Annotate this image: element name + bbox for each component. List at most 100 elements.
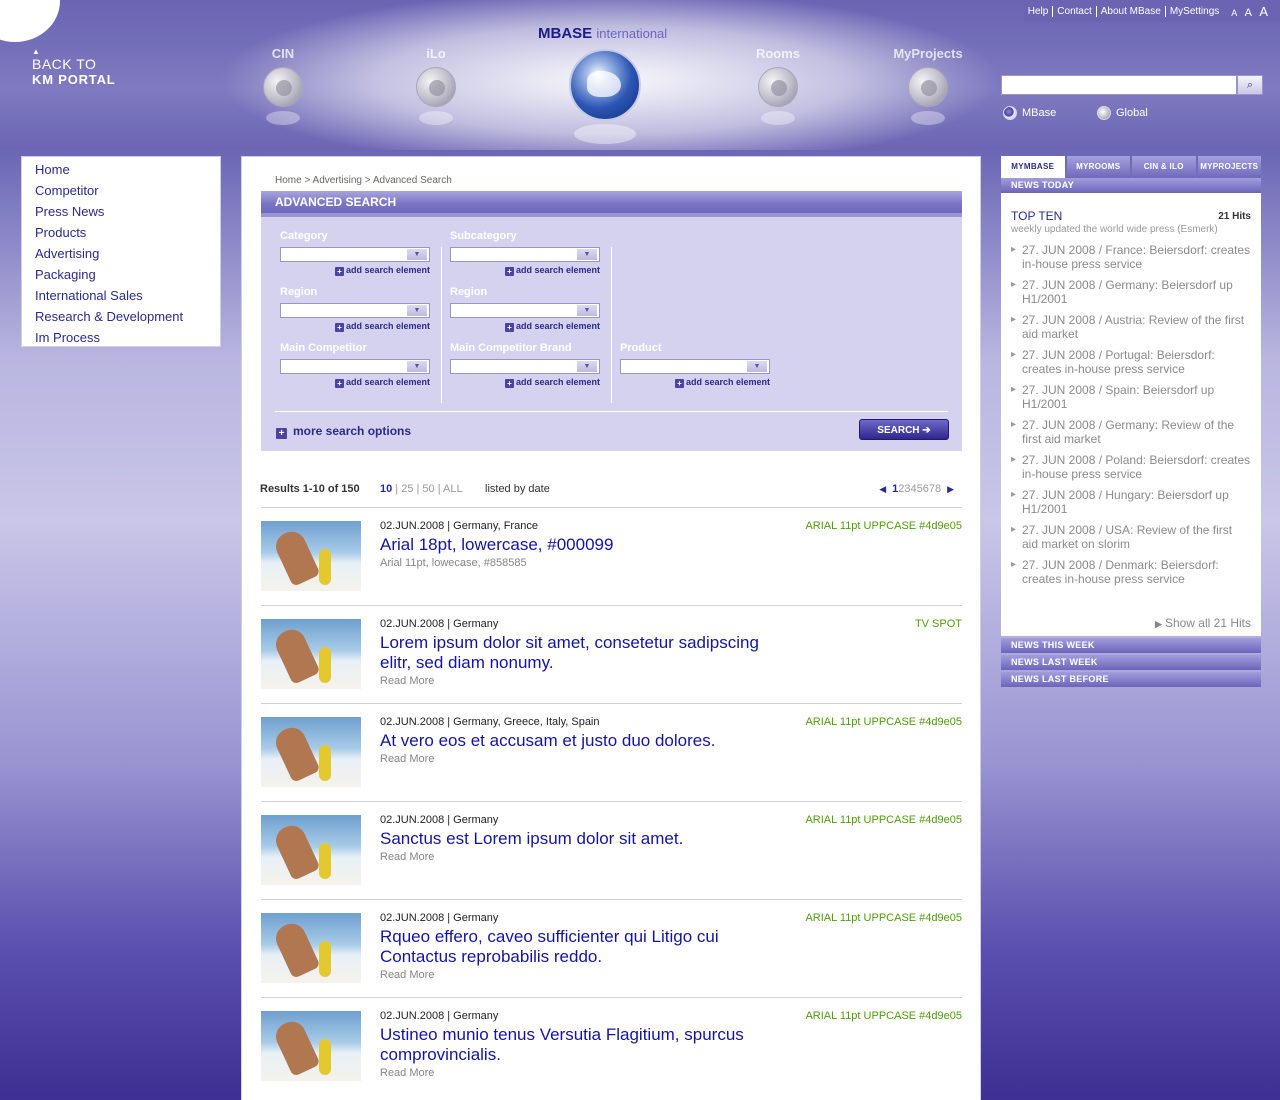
result-title-link[interactable]: Arial 18pt, lowercase, #000099 [380,535,613,554]
result-thumbnail[interactable] [261,913,361,983]
chevron-down-icon: ▼ [577,361,597,372]
news-item[interactable]: 27. JUN 2008 / USA: Review of the first … [1011,523,1251,558]
sort-label[interactable]: listed by date [485,483,550,495]
font-small[interactable]: A [1231,8,1237,18]
read-more-link[interactable]: Read More [380,749,760,769]
tab-cin-ilo[interactable]: CIN & ILO [1132,156,1196,178]
result-thumbnail[interactable] [261,1011,361,1081]
mysettings-link[interactable]: MySettings [1166,6,1223,17]
news-item[interactable]: 27. JUN 2008 / Germany: Review of the fi… [1011,418,1251,453]
subcategory-select[interactable]: ▼ [450,247,600,262]
read-more-link[interactable]: Read More [380,965,760,985]
add-search-element-link[interactable]: + add search element [450,377,600,388]
main-competitor-brand-field: Main Competitor Brand ▼ + add search elem… [450,341,600,388]
result-title: Sanctus est Lorem ipsum dolor sit amet. … [380,829,760,867]
leftnav-products[interactable]: Products [35,222,220,243]
result-thumbnail[interactable] [261,619,361,689]
back-to-portal-link[interactable]: ▲ BACK TO KM PORTAL [32,47,116,87]
result-meta: 02.JUN.2008 | Germany [380,618,499,630]
leftnav-packaging[interactable]: Packaging [35,264,220,285]
nav-ilo[interactable]: iLo [391,46,481,125]
news-last-week-header[interactable]: NEWS LAST WEEK [1001,655,1261,670]
result-title-link[interactable]: Lorem ipsum dolor sit amet, consetetur s… [380,633,759,672]
result-thumbnail[interactable] [261,521,361,591]
leftnav-research-development[interactable]: Research & Development [35,306,220,327]
main-competitor-brand-select[interactable]: ▼ [450,359,600,374]
scope-mbase-radio[interactable]: MBase [1003,106,1056,120]
region-select[interactable]: ▼ [280,303,430,318]
add-search-element-link[interactable]: + add search element [280,321,430,332]
result-thumbnail[interactable] [261,815,361,885]
nav-myprojects[interactable]: MyProjects [883,46,973,125]
add-search-element-link[interactable]: + add search element [620,377,770,388]
scope-global-radio[interactable]: Global [1097,106,1148,120]
nav-cin[interactable]: CIN [238,46,328,125]
show-all-link[interactable]: ▶ Show all 21 Hits [1155,616,1251,630]
prev-page-icon[interactable]: ◀ [879,484,886,494]
globe-icon[interactable] [569,49,641,121]
figure-shape [271,821,321,881]
result-tag: ARIAL 11pt UPPCASE #4d9e05 [805,716,962,728]
news-item[interactable]: 27. JUN 2008 / Austria: Review of the fi… [1011,313,1251,348]
tab-mymbase[interactable]: MYMBASE [1001,156,1065,178]
contact-link[interactable]: Contact [1053,5,1097,17]
leftnav-home[interactable]: Home [35,159,220,180]
font-size-switcher: A A A [1229,4,1270,19]
add-search-element-link[interactable]: + add search element [450,321,600,332]
product-field: Product ▼ + add search element [620,341,770,388]
add-search-element-link[interactable]: + add search element [450,265,600,276]
leftnav-competitor[interactable]: Competitor [35,180,220,201]
news-item[interactable]: 27. JUN 2008 / Poland: Beiersdorf: creat… [1011,453,1251,488]
news-item[interactable]: 27. JUN 2008 / Spain: Beiersdorf up H1/2… [1011,383,1251,418]
read-more-link[interactable]: Read More [380,1063,760,1083]
per-page-current[interactable]: 10 [380,483,392,495]
search-icon[interactable]: ⌕ [1237,75,1263,95]
category-select[interactable]: ▼ [280,247,430,262]
add-search-element-link[interactable]: + add search element [280,265,430,276]
leftnav-advertising[interactable]: Advertising [35,243,220,264]
news-today-header[interactable]: NEWS TODAY [1001,178,1261,193]
news-this-week-header[interactable]: NEWS THIS WEEK [1001,638,1261,653]
read-more-link[interactable]: Read More [380,847,760,867]
result-title-link[interactable]: Rqueo effero, caveo sufficienter qui Lit… [380,927,719,966]
news-item[interactable]: 27. JUN 2008 / Portugal: Beiersdorf: cre… [1011,348,1251,383]
leftnav-international-sales[interactable]: International Sales [35,285,220,306]
search-button[interactable]: SEARCH ➔ [859,419,949,440]
add-search-element-link[interactable]: + add search element [280,377,430,388]
nav-rooms[interactable]: Rooms [733,46,823,125]
page-links[interactable]: 2345678 [898,483,941,495]
leftnav-im-process[interactable]: Im Process [35,327,220,348]
font-medium[interactable]: A [1245,7,1252,19]
font-large[interactable]: A [1259,4,1268,19]
more-search-options-link[interactable]: + more search options [276,424,411,439]
product-select[interactable]: ▼ [620,359,770,374]
figure-shape [271,919,321,979]
tab-myprojects[interactable]: MYPROJECTS [1197,156,1261,178]
add-label: add search element [515,377,600,387]
result-title-link[interactable]: Sanctus est Lorem ipsum dolor sit amet. [380,829,683,848]
region-2-select[interactable]: ▼ [450,303,600,318]
leftnav-press-news[interactable]: Press News [35,201,220,222]
news-item[interactable]: 27. JUN 2008 / Denmark: Beiersdorf: crea… [1011,558,1251,593]
brand-logo[interactable]: MBASE international [538,25,667,42]
news-item[interactable]: 27. JUN 2008 / France: Beiersdorf: creat… [1011,243,1251,278]
result-title-link[interactable]: Ustineo munio tenus Versutia Flagitium, … [380,1025,744,1064]
breadcrumb[interactable]: Home > Advertising > Advanced Search [275,175,452,186]
news-last-before-header[interactable]: NEWS LAST BEFORE [1001,672,1261,687]
main-competitor-select[interactable]: ▼ [280,359,430,374]
orb-reflection [419,111,453,125]
help-link[interactable]: Help [1024,5,1054,17]
result-title-link[interactable]: At vero eos et accusam et justo duo dolo… [380,731,715,750]
news-item[interactable]: 27. JUN 2008 / Hungary: Beiersdorf up H1… [1011,488,1251,523]
ilo-icon [416,67,456,107]
result-thumbnail[interactable] [261,717,361,787]
per-page-options[interactable]: | 25 | 50 | ALL [392,483,462,495]
more-options-label: more search options [293,424,412,438]
search-input[interactable] [1001,75,1237,95]
tab-myrooms[interactable]: MYROOMS [1066,156,1130,178]
per-page-selector[interactable]: 10 | 25 | 50 | ALL [380,483,463,495]
next-page-icon[interactable]: ▶ [947,484,954,494]
read-more-link[interactable]: Read More [380,671,760,691]
news-item[interactable]: 27. JUN 2008 / Germany: Beiersdorf up H1… [1011,278,1251,313]
about-link[interactable]: About MBase [1097,5,1166,17]
